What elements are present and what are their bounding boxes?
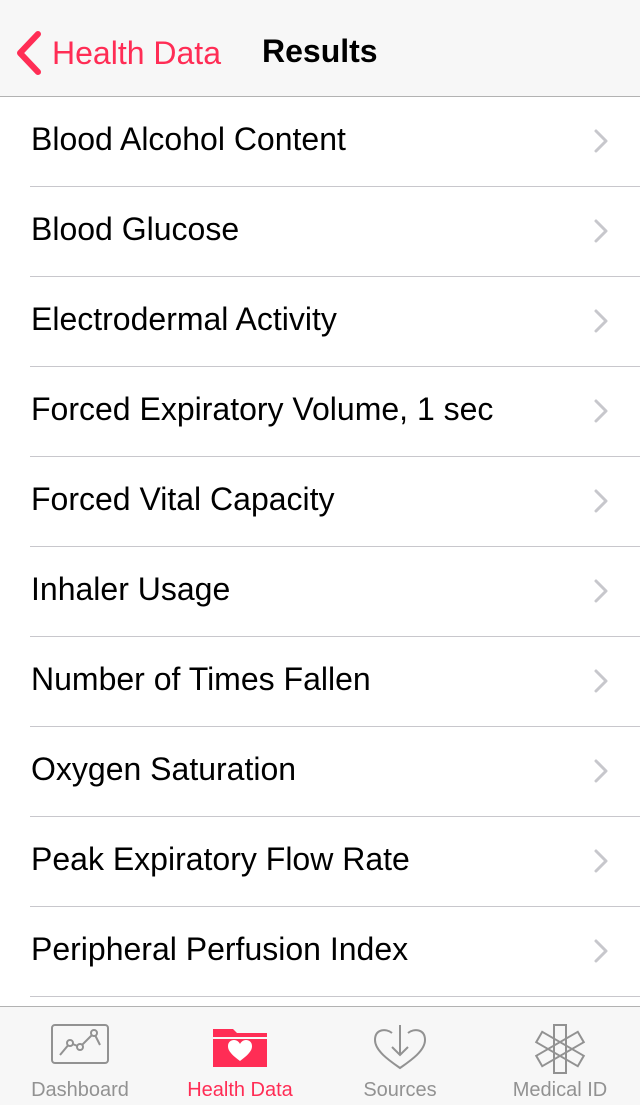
list-item-label: Peak Expiratory Flow Rate: [31, 841, 410, 877]
chevron-right-icon: [594, 669, 608, 693]
tab-label: Health Data: [187, 1079, 293, 1101]
medical-star-icon: [534, 1024, 586, 1074]
list-item-label: Peripheral Perfusion Index: [31, 931, 409, 967]
chevron-right-icon: [594, 759, 608, 783]
list-item[interactable]: Number of Times Fallen: [0, 637, 640, 727]
list-item-label: Forced Vital Capacity: [31, 481, 335, 517]
list-item[interactable]: Forced Expiratory Volume, 1 sec: [0, 367, 640, 457]
tab-label: Sources: [363, 1079, 437, 1101]
dashboard-chart-icon: [51, 1024, 109, 1064]
list-item-label: Oxygen Saturation: [31, 751, 297, 787]
chevron-right-icon: [594, 939, 608, 963]
tab-sources[interactable]: Sources: [320, 1007, 480, 1106]
chevron-right-icon: [594, 309, 608, 333]
tab-bar: Dashboard Health Data Sources Medical ID: [0, 1006, 640, 1105]
list-item[interactable]: Forced Vital Capacity: [0, 457, 640, 547]
tab-health-data[interactable]: Health Data: [160, 1007, 320, 1106]
folder-heart-icon: [213, 1029, 267, 1067]
list-item-label: Number of Times Fallen: [31, 661, 371, 697]
chevron-right-icon: [594, 399, 608, 423]
tab-dashboard[interactable]: Dashboard: [0, 1007, 160, 1106]
list-item-label: Blood Alcohol Content: [31, 121, 346, 157]
list-item[interactable]: Peak Expiratory Flow Rate: [0, 817, 640, 907]
back-button-label: Health Data: [52, 34, 221, 71]
list-item[interactable]: Oxygen Saturation: [0, 727, 640, 817]
list-item[interactable]: Inhaler Usage: [0, 547, 640, 637]
list-item[interactable]: Blood Alcohol Content: [0, 97, 640, 187]
list-item-label: Forced Expiratory Volume, 1 sec: [31, 391, 494, 427]
tab-label: Dashboard: [31, 1079, 129, 1101]
chevron-right-icon: [594, 489, 608, 513]
list-item-label: Blood Glucose: [31, 211, 240, 247]
chevron-right-icon: [594, 849, 608, 873]
page-title: Results: [262, 33, 378, 69]
chevron-right-icon: [594, 579, 608, 603]
heart-download-icon: [373, 1025, 427, 1070]
navigation-bar: Health Data Results: [0, 0, 640, 97]
tab-medical-id[interactable]: Medical ID: [480, 1007, 640, 1106]
list-item[interactable]: Electrodermal Activity: [0, 277, 640, 367]
chevron-right-icon: [594, 129, 608, 153]
list-item[interactable]: Peripheral Perfusion Index: [0, 907, 640, 997]
chevron-right-icon: [594, 219, 608, 243]
tab-label: Medical ID: [512, 1079, 608, 1101]
list-item[interactable]: Blood Glucose: [0, 187, 640, 277]
list-item-label: Electrodermal Activity: [31, 301, 337, 337]
chevron-left-icon: [17, 31, 41, 75]
results-list: Blood Alcohol Content Blood Glucose Elec…: [0, 97, 640, 997]
back-button[interactable]: Health Data: [14, 30, 221, 76]
list-item-label: Inhaler Usage: [31, 571, 231, 607]
